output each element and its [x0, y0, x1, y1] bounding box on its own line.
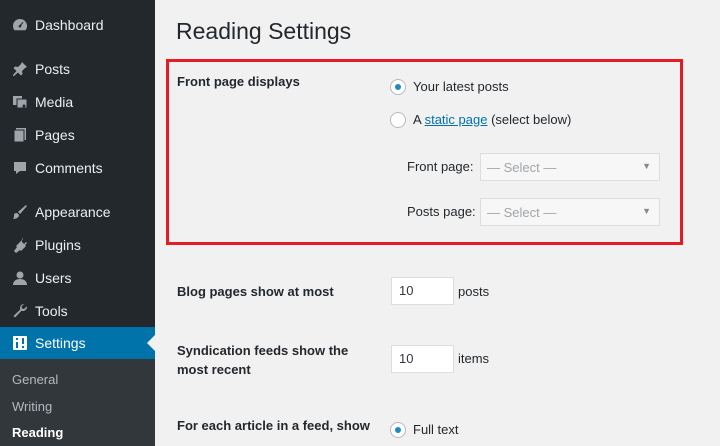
syndication-input[interactable]: 10: [391, 345, 454, 373]
user-icon: [11, 269, 29, 287]
blog-pages-suffix: posts: [458, 284, 490, 299]
dashboard-icon: [11, 16, 29, 34]
blog-pages-label: Blog pages show at most: [177, 284, 334, 299]
submenu-item-writing[interactable]: Writing: [12, 399, 52, 414]
submenu-item-reading[interactable]: Reading: [12, 425, 63, 440]
feed-article-label: For each article in a feed, show: [177, 418, 370, 433]
chevron-down-icon: ▼: [642, 206, 651, 216]
brush-icon: [11, 203, 29, 221]
menu-item-media[interactable]: Media: [0, 85, 155, 118]
radio-static-page[interactable]: [390, 112, 406, 128]
menu-label-dashboard: Dashboard: [35, 16, 104, 33]
menu-label-media: Media: [35, 93, 74, 110]
pages-icon: [11, 126, 29, 144]
comment-icon: [11, 159, 29, 177]
menu-item-tools[interactable]: Tools: [0, 294, 155, 327]
chevron-down-icon: ▼: [642, 161, 651, 171]
front-page-select[interactable]: — Select — ▼: [480, 153, 660, 181]
posts-page-select-label: Posts page:: [407, 204, 476, 219]
pin-icon: [11, 60, 29, 78]
menu-item-users[interactable]: Users: [0, 261, 155, 294]
posts-page-select-value: — Select —: [487, 205, 557, 220]
page-title: Reading Settings: [176, 18, 352, 44]
settings-icon: [11, 334, 29, 352]
menu-item-appearance[interactable]: Appearance: [0, 195, 155, 228]
static-page-link[interactable]: static page: [425, 112, 488, 127]
menu-label-posts: Posts: [35, 60, 71, 77]
syndication-label-line1: Syndication feeds show the: [177, 343, 349, 358]
syndication-suffix: items: [458, 351, 490, 366]
static-suffix: (select below): [491, 112, 572, 127]
menu-item-posts[interactable]: Posts: [0, 52, 155, 85]
menu-item-dashboard[interactable]: Dashboard: [0, 8, 155, 41]
wrench-icon: [11, 302, 29, 320]
menu-label-comments: Comments: [35, 159, 103, 176]
blog-pages-input[interactable]: 10: [391, 277, 454, 305]
radio-latest-posts-label[interactable]: Your latest posts: [413, 79, 509, 94]
menu-item-settings[interactable]: Settings: [0, 327, 155, 359]
menu-label-tools: Tools: [35, 302, 68, 319]
settings-submenu: General Writing Reading: [0, 359, 155, 446]
posts-page-select[interactable]: — Select — ▼: [480, 198, 660, 226]
static-prefix: A: [413, 112, 421, 127]
radio-full-text-label[interactable]: Full text: [413, 422, 459, 437]
media-icon: [11, 93, 29, 111]
syndication-label-line2: most recent: [177, 362, 251, 377]
menu-label-plugins: Plugins: [35, 236, 81, 253]
front-page-displays-label: Front page displays: [177, 74, 300, 89]
menu-item-pages[interactable]: Pages: [0, 118, 155, 151]
menu-label-users: Users: [35, 269, 72, 286]
radio-static-page-label[interactable]: A static page (select below): [413, 112, 571, 127]
menu-label-appearance: Appearance: [35, 203, 111, 220]
menu-item-comments[interactable]: Comments: [0, 151, 155, 184]
front-page-select-value: — Select —: [487, 160, 557, 175]
submenu-item-general[interactable]: General: [12, 372, 58, 387]
menu-label-settings: Settings: [35, 335, 86, 351]
radio-latest-posts[interactable]: [390, 79, 406, 95]
menu-label-pages: Pages: [35, 126, 75, 143]
admin-sidebar: Dashboard Posts Media Pages Comments App…: [0, 0, 155, 446]
front-page-select-label: Front page:: [407, 159, 474, 174]
radio-full-text[interactable]: [390, 422, 406, 438]
plug-icon: [11, 236, 29, 254]
menu-item-plugins[interactable]: Plugins: [0, 228, 155, 261]
